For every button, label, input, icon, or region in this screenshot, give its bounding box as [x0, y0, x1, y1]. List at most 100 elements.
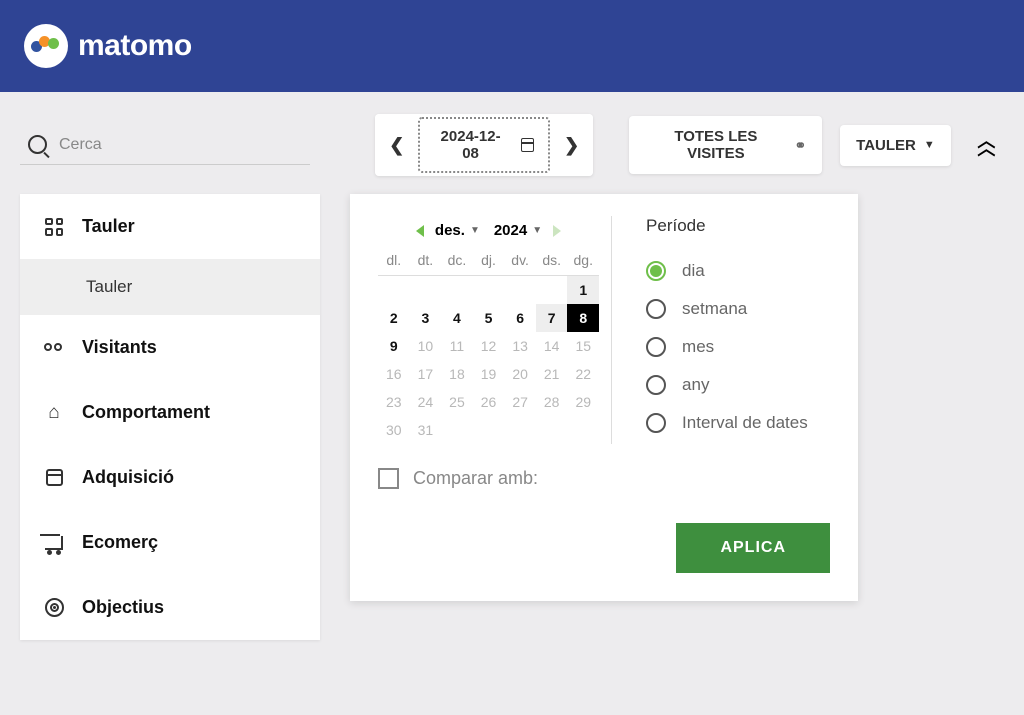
collapse-button[interactable]: ︿︿	[969, 137, 1004, 153]
calendar-day[interactable]: 24	[410, 388, 442, 416]
period-label: setmana	[682, 299, 747, 319]
calendar-day[interactable]: 31	[410, 416, 442, 444]
calendar-day[interactable]: 11	[441, 332, 473, 360]
radio-icon	[646, 261, 666, 281]
calendar-day[interactable]: 2	[378, 304, 410, 332]
calendar-day[interactable]: 25	[441, 388, 473, 416]
date-picker-button[interactable]: 2024-12-08	[418, 117, 550, 173]
period-label: any	[682, 375, 709, 395]
period-selector: Període dia setmana mes any Interval de date…	[642, 216, 808, 444]
compare-toggle[interactable]: Comparar amb:	[378, 468, 830, 489]
calendar-day[interactable]: 23	[378, 388, 410, 416]
logo-mark-icon	[24, 24, 68, 68]
weekday-header: dg.	[567, 245, 599, 276]
period-option-week[interactable]: setmana	[646, 290, 808, 328]
calendar-day[interactable]: 4	[441, 304, 473, 332]
calendar-day[interactable]: 19	[473, 360, 505, 388]
cart-icon	[44, 533, 64, 553]
sidebar-nav: Tauler Tauler Visitants ⌂ Comportament A…	[20, 194, 320, 640]
date-range-group: ❮ 2024-12-08 ❯	[375, 114, 593, 176]
next-month-button[interactable]	[553, 225, 561, 237]
current-date: 2024-12-08	[434, 128, 507, 162]
segment-button[interactable]: TOTES LES VISITES ⚭	[629, 116, 822, 174]
weekday-header: dc.	[441, 245, 473, 276]
sidebar-subitem-dashboard[interactable]: Tauler	[20, 259, 320, 315]
period-option-day[interactable]: dia	[646, 252, 808, 290]
prev-period-button[interactable]: ❮	[375, 114, 418, 176]
segment-label: TOTES LES VISITES	[645, 128, 786, 162]
calendar-day[interactable]: 5	[473, 304, 505, 332]
view-label: TAULER	[856, 137, 916, 154]
year-selector[interactable]: 2024▼	[494, 222, 542, 239]
calendar: des.▼ 2024▼ dl.dt.dc.dj.dv.ds.dg. 123456…	[378, 216, 612, 444]
period-label: mes	[682, 337, 714, 357]
calendar-day[interactable]: 15	[567, 332, 599, 360]
sidebar-item-visitors[interactable]: Visitants	[20, 315, 320, 380]
calendar-day[interactable]: 13	[504, 332, 536, 360]
logo[interactable]: matomo	[24, 24, 192, 68]
calendar-day[interactable]: 22	[567, 360, 599, 388]
sidebar-item-dashboard[interactable]: Tauler	[20, 194, 320, 259]
segment-icon: ⚭	[794, 137, 806, 154]
radio-icon	[646, 299, 666, 319]
sidebar-item-behaviour[interactable]: ⌂ Comportament	[20, 380, 320, 445]
calendar-day[interactable]: 26	[473, 388, 505, 416]
radio-icon	[646, 375, 666, 395]
period-label: dia	[682, 261, 705, 281]
calendar-icon	[521, 138, 534, 152]
next-period-button[interactable]: ❯	[550, 114, 593, 176]
grid-icon	[44, 217, 64, 237]
apply-button[interactable]: APLICA	[676, 523, 830, 573]
sidebar-item-acquisition[interactable]: Adquisició	[20, 445, 320, 510]
weekday-header: dl.	[378, 245, 410, 276]
radio-icon	[646, 337, 666, 357]
weekday-header: dj.	[473, 245, 505, 276]
calendar-day[interactable]: 7	[536, 304, 568, 332]
calendar-day[interactable]: 17	[410, 360, 442, 388]
window-icon	[44, 468, 64, 488]
period-label: Interval de dates	[682, 413, 808, 433]
calendar-day[interactable]: 12	[473, 332, 505, 360]
weekday-header: ds.	[536, 245, 568, 276]
calendar-day[interactable]: 29	[567, 388, 599, 416]
calendar-grid: dl.dt.dc.dj.dv.ds.dg. 123456789101112131…	[378, 245, 599, 444]
period-option-month[interactable]: mes	[646, 328, 808, 366]
search-icon	[28, 135, 47, 154]
sidebar-item-label: Objectius	[82, 597, 164, 618]
calendar-day[interactable]: 16	[378, 360, 410, 388]
calendar-day[interactable]: 21	[536, 360, 568, 388]
sidebar-item-goals[interactable]: Objectius	[20, 575, 320, 640]
calendar-day[interactable]: 1	[567, 276, 599, 305]
period-title: Període	[646, 216, 808, 236]
chevron-down-icon: ▼	[924, 139, 935, 151]
sidebar-item-label: Visitants	[82, 337, 157, 358]
calendar-day[interactable]: 27	[504, 388, 536, 416]
month-selector[interactable]: des.▼	[435, 222, 480, 239]
app-header: matomo	[0, 0, 1024, 92]
calendar-day[interactable]: 10	[410, 332, 442, 360]
prev-month-button[interactable]	[416, 225, 424, 237]
calendar-day[interactable]: 8	[567, 304, 599, 332]
binoculars-icon	[44, 338, 64, 358]
calendar-day[interactable]: 30	[378, 416, 410, 444]
logo-text: matomo	[78, 29, 192, 63]
calendar-day[interactable]: 14	[536, 332, 568, 360]
sidebar-item-label: Comportament	[82, 402, 210, 423]
calendar-day[interactable]: 20	[504, 360, 536, 388]
toolbar: Cerca ❮ 2024-12-08 ❯ TOTES LES VISITES ⚭…	[0, 92, 1024, 176]
calendar-day[interactable]: 3	[410, 304, 442, 332]
sidebar-item-ecommerce[interactable]: Ecomerç	[20, 510, 320, 575]
bell-icon: ⌂	[44, 403, 64, 423]
date-picker-panel: des.▼ 2024▼ dl.dt.dc.dj.dv.ds.dg. 123456…	[350, 194, 858, 601]
calendar-day[interactable]: 6	[504, 304, 536, 332]
period-option-range[interactable]: Interval de dates	[646, 404, 808, 442]
search-placeholder: Cerca	[59, 136, 102, 154]
period-option-year[interactable]: any	[646, 366, 808, 404]
weekday-header: dt.	[410, 245, 442, 276]
search-input[interactable]: Cerca	[20, 125, 310, 165]
calendar-day[interactable]: 18	[441, 360, 473, 388]
calendar-day[interactable]: 28	[536, 388, 568, 416]
view-switcher-button[interactable]: TAULER ▼	[840, 125, 951, 166]
sidebar-subitem-label: Tauler	[86, 277, 132, 296]
calendar-day[interactable]: 9	[378, 332, 410, 360]
